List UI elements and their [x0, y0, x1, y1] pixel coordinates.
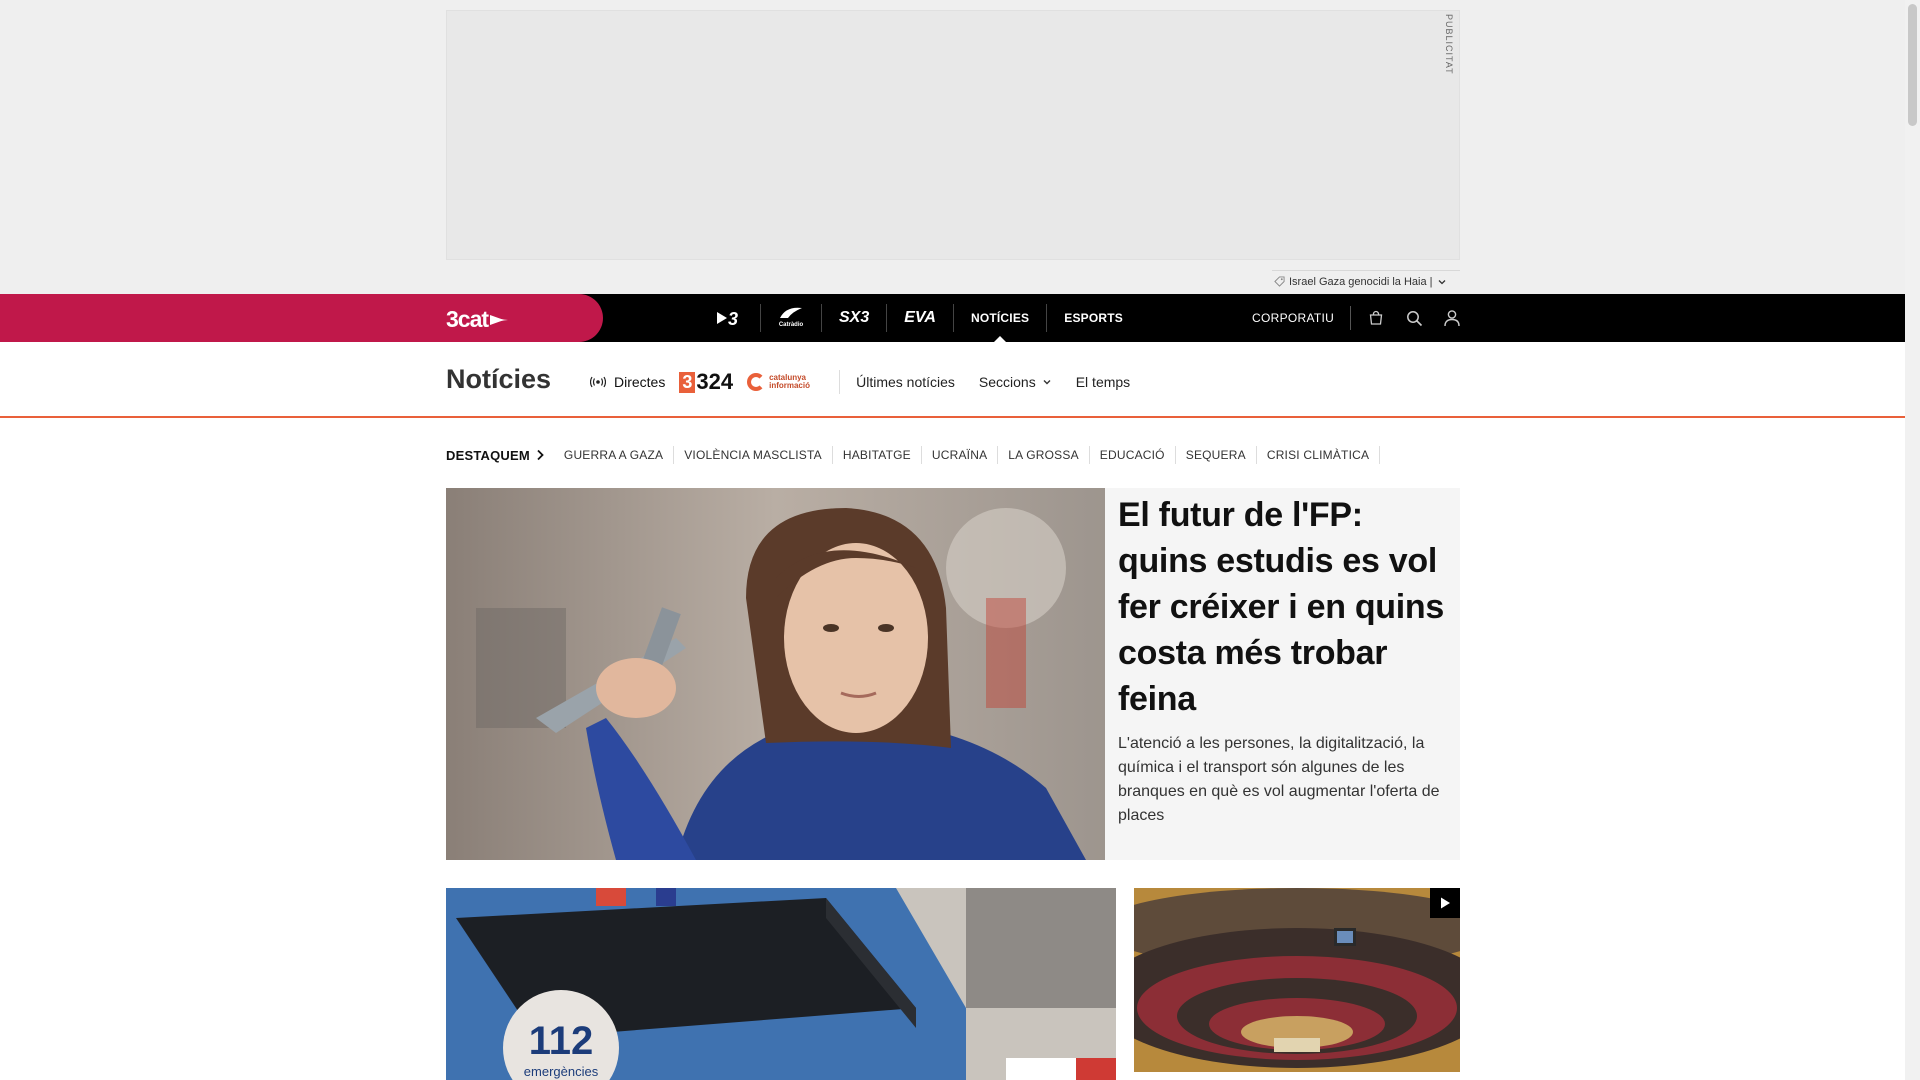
highlights-title-label: DESTAQUEM [446, 447, 530, 463]
subnav-seccions-label: Seccions [978, 374, 1036, 390]
story-card-video[interactable] [1134, 888, 1460, 1072]
catalunya-informacio-mark-icon [747, 373, 766, 391]
channel-tv3[interactable]: 3 [700, 304, 761, 332]
highlight-item[interactable]: CRISI CLIMÀTICA [1257, 446, 1381, 464]
nav-noticies[interactable]: NOTÍCIES [954, 304, 1048, 342]
highlight-item[interactable]: GUERRA A GAZA [554, 446, 675, 464]
highlight-item[interactable]: UCRAÏNA [922, 446, 999, 464]
ad-label: PUBLICITAT [1444, 14, 1454, 75]
scrollbar[interactable] [1905, 0, 1920, 1080]
ad-banner[interactable] [446, 10, 1460, 260]
brand-arrow-icon [490, 314, 509, 325]
highlight-item[interactable]: HABITATGE [833, 446, 922, 464]
subnav-el-temps[interactable]: El temps [1076, 374, 1130, 390]
lead-summary: L'atenció a les persones, la digitalitza… [1118, 735, 1440, 824]
channel-catradio-label: Catràdio [778, 322, 804, 328]
subnav-ultimes-noticies[interactable]: Últimes notícies [856, 374, 955, 390]
card-a-badge-number: 112 [529, 1019, 594, 1063]
directes-label: Directes [614, 374, 666, 390]
highlight-item[interactable]: LA GROSSA [998, 446, 1090, 464]
play-video-button[interactable] [1430, 888, 1460, 918]
logo-324-mark: 3 [679, 371, 696, 393]
logo-324-text: 324 [696, 369, 734, 394]
global-nav: 3cat 3 Catràdio SX3 EVA NOTÍCIES ESPORTS… [0, 294, 1905, 342]
svg-text:3: 3 [728, 309, 738, 328]
section-header: Notícies Directes 3 324 catalunya inform… [0, 342, 1905, 418]
card-a-badge-sub: emergències [524, 1064, 599, 1079]
subnav-seccions[interactable]: Seccions [979, 374, 1052, 390]
story-card-image[interactable]: 112 emergències [446, 888, 1116, 1080]
highlights-bar: DESTAQUEM GUERRA A GAZA VIOLÈNCIA MASCLI… [446, 444, 1381, 466]
logo-catalunya-informacio[interactable]: catalunya informació [747, 370, 841, 394]
channel-sx3[interactable]: SX3 [822, 304, 888, 332]
logo-324[interactable]: 3 324 [679, 369, 733, 395]
chevron-down-icon [1043, 380, 1051, 385]
channel-eva-label: EVA [904, 309, 936, 326]
nav-corporatiu[interactable]: CORPORATIU [1252, 306, 1352, 330]
search-icon[interactable] [1395, 294, 1433, 342]
chevron-right-icon [537, 449, 544, 461]
user-icon[interactable] [1433, 294, 1471, 342]
lead-story[interactable]: El futur de l'FP: quins estudis es vol f… [446, 488, 1460, 860]
highlights-title[interactable]: DESTAQUEM [446, 448, 544, 463]
nav-esports[interactable]: ESPORTS [1047, 304, 1140, 332]
brand-logo-text: 3cat [446, 306, 489, 332]
highlight-item[interactable]: SEQUERA [1176, 446, 1257, 464]
chevron-down-icon[interactable] [1437, 277, 1447, 287]
tag-icon [1274, 276, 1285, 287]
logo-ci-text: catalunya informació [769, 373, 810, 390]
highlight-item[interactable]: VIOLÈNCIA MASCLISTA [674, 446, 833, 464]
channel-catradio[interactable]: Catràdio [761, 304, 822, 332]
directes-link[interactable]: Directes [590, 374, 673, 390]
brand-band [0, 294, 603, 342]
play-icon [1441, 897, 1450, 909]
tv3-logo-icon: 3 [717, 309, 738, 328]
catradio-logo-icon [780, 307, 802, 318]
scrollbar-thumb[interactable] [1908, 4, 1917, 126]
lead-story-image[interactable] [446, 488, 1105, 860]
channel-list: 3 Catràdio SX3 EVA NOTÍCIES ESPORTS [700, 294, 1140, 342]
ticker-text: Israel Gaza genocidi la Haia | [1289, 275, 1433, 288]
lead-story-text: El futur de l'FP: quins estudis es vol f… [1118, 492, 1450, 828]
live-broadcast-icon [590, 376, 606, 388]
brand-logo[interactable]: 3cat [446, 306, 509, 333]
ad-zone: PUBLICITAT Israel Gaza genocidi la Haia … [0, 0, 1905, 294]
shopping-bag-icon[interactable] [1357, 294, 1395, 342]
topic-ticker[interactable]: Israel Gaza genocidi la Haia | [1272, 270, 1460, 292]
lead-headline[interactable]: El futur de l'FP: quins estudis es vol f… [1118, 492, 1450, 722]
highlight-item[interactable]: EDUCACIÓ [1090, 446, 1176, 464]
channel-eva[interactable]: EVA [887, 304, 954, 332]
channel-sx3-label: SX3 [839, 309, 870, 326]
section-subnav: Directes 3 324 catalunya informació Últi… [590, 369, 1130, 395]
page-title[interactable]: Notícies [446, 364, 551, 395]
nav-noticies-label: NOTÍCIES [970, 311, 1030, 325]
nav-esports-label: ESPORTS [1064, 311, 1123, 325]
nav-utilities: CORPORATIU [1252, 294, 1471, 342]
